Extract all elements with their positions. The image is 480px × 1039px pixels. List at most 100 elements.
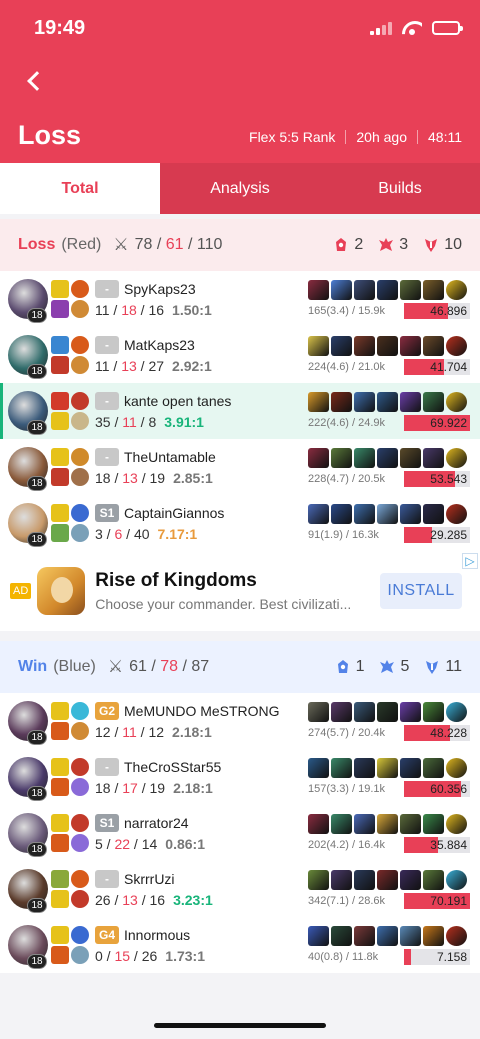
item-icon[interactable] [400, 503, 421, 524]
item-icon[interactable] [308, 757, 329, 778]
champion-avatar[interactable]: 18 [8, 335, 48, 379]
summoner-name[interactable]: Innormous [124, 927, 190, 943]
item-icon[interactable] [400, 279, 421, 300]
item-icon[interactable] [423, 757, 444, 778]
item-icon[interactable] [377, 279, 398, 300]
item-icon[interactable] [423, 503, 444, 524]
item-icon[interactable] [423, 279, 444, 300]
item-icon[interactable] [354, 391, 375, 412]
keystone-rune-icon[interactable] [71, 926, 89, 944]
trinket-icon[interactable] [446, 869, 467, 890]
item-icon[interactable] [377, 391, 398, 412]
item-icon[interactable] [423, 447, 444, 468]
trinket-icon[interactable] [446, 279, 467, 300]
item-icon[interactable] [308, 869, 329, 890]
keystone-rune-icon[interactable] [71, 392, 89, 410]
summoner-spell-icon[interactable] [51, 834, 69, 852]
summoner-spell-icon[interactable] [51, 778, 69, 796]
champion-avatar[interactable]: 18 [8, 391, 48, 435]
summoner-spell-icon[interactable] [51, 702, 69, 720]
item-icon[interactable] [400, 925, 421, 946]
item-icon[interactable] [354, 813, 375, 834]
player-row[interactable]: 18 G2 MeMUNDO MeSTRONG 12 / 11 / 12 2.18:1 27… [0, 693, 480, 749]
item-icon[interactable] [377, 701, 398, 722]
trinket-icon[interactable] [446, 925, 467, 946]
tab-analysis[interactable]: Analysis [160, 163, 320, 214]
item-icon[interactable] [354, 869, 375, 890]
trinket-icon[interactable] [446, 335, 467, 356]
item-icon[interactable] [400, 447, 421, 468]
item-icon[interactable] [400, 701, 421, 722]
item-icon[interactable] [377, 813, 398, 834]
summoner-name[interactable]: MeMUNDO MeSTRONG [124, 703, 280, 719]
item-icon[interactable] [308, 279, 329, 300]
summoner-spell-icon[interactable] [51, 890, 69, 908]
item-icon[interactable] [308, 701, 329, 722]
ad-choices-icon[interactable]: ▷ [462, 553, 478, 569]
summoner-spell-icon[interactable] [51, 392, 69, 410]
summoner-spell-icon[interactable] [51, 356, 69, 374]
item-icon[interactable] [331, 757, 352, 778]
champion-avatar[interactable]: 18 [8, 813, 48, 857]
secondary-rune-icon[interactable] [71, 300, 89, 318]
trinket-icon[interactable] [446, 813, 467, 834]
keystone-rune-icon[interactable] [71, 814, 89, 832]
item-icon[interactable] [377, 447, 398, 468]
summoner-name[interactable]: SkrrrUzi [124, 871, 175, 887]
item-icon[interactable] [331, 279, 352, 300]
item-icon[interactable] [400, 391, 421, 412]
keystone-rune-icon[interactable] [71, 758, 89, 776]
summoner-name[interactable]: CaptainGiannos [124, 505, 224, 521]
summoner-spell-icon[interactable] [51, 468, 69, 486]
ad-banner[interactable]: AD Rise of Kingdoms Choose your commande… [0, 551, 480, 631]
item-icon[interactable] [377, 869, 398, 890]
keystone-rune-icon[interactable] [71, 504, 89, 522]
secondary-rune-icon[interactable] [71, 722, 89, 740]
trinket-icon[interactable] [446, 447, 467, 468]
trinket-icon[interactable] [446, 503, 467, 524]
install-button[interactable]: INSTALL [380, 573, 462, 609]
keystone-rune-icon[interactable] [71, 702, 89, 720]
item-icon[interactable] [331, 813, 352, 834]
summoner-name[interactable]: TheUntamable [124, 449, 216, 465]
player-row[interactable]: 18- kante open tanes 35 / 11 / 8 3.91:1 222(… [0, 383, 480, 439]
secondary-rune-icon[interactable] [71, 946, 89, 964]
summoner-spell-icon[interactable] [51, 870, 69, 888]
item-icon[interactable] [308, 813, 329, 834]
item-icon[interactable] [423, 813, 444, 834]
champion-avatar[interactable]: 18 [8, 701, 48, 745]
summoner-spell-icon[interactable] [51, 280, 69, 298]
player-row[interactable]: 18- SkrrrUzi 26 / 13 / 16 3.23:1 342(7.1) / … [0, 861, 480, 917]
item-icon[interactable] [354, 925, 375, 946]
champion-avatar[interactable]: 18 [8, 757, 48, 801]
item-icon[interactable] [331, 503, 352, 524]
secondary-rune-icon[interactable] [71, 890, 89, 908]
item-icon[interactable] [400, 813, 421, 834]
trinket-icon[interactable] [446, 391, 467, 412]
item-icon[interactable] [423, 925, 444, 946]
summoner-name[interactable]: SpyKaps23 [124, 281, 196, 297]
summoner-spell-icon[interactable] [51, 300, 69, 318]
item-icon[interactable] [400, 869, 421, 890]
item-icon[interactable] [423, 701, 444, 722]
summoner-spell-icon[interactable] [51, 448, 69, 466]
item-icon[interactable] [377, 925, 398, 946]
tab-total[interactable]: Total [0, 163, 160, 214]
summoner-spell-icon[interactable] [51, 926, 69, 944]
summoner-spell-icon[interactable] [51, 946, 69, 964]
secondary-rune-icon[interactable] [71, 778, 89, 796]
summoner-spell-icon[interactable] [51, 412, 69, 430]
summoner-spell-icon[interactable] [51, 524, 69, 542]
item-icon[interactable] [308, 391, 329, 412]
tab-builds[interactable]: Builds [320, 163, 480, 214]
summoner-spell-icon[interactable] [51, 504, 69, 522]
summoner-name[interactable]: MatKaps23 [124, 337, 195, 353]
summoner-name[interactable]: TheCroSStar55 [124, 759, 221, 775]
item-icon[interactable] [423, 335, 444, 356]
item-icon[interactable] [354, 701, 375, 722]
player-row[interactable]: 18 G4 Innormous 0 / 15 / 26 1.73:1 40(0.8) / … [0, 917, 480, 973]
player-row[interactable]: 18 S1 CaptainGiannos 3 / 6 / 40 7.17:1 91(1.9… [0, 495, 480, 551]
item-icon[interactable] [377, 503, 398, 524]
item-icon[interactable] [400, 757, 421, 778]
item-icon[interactable] [423, 391, 444, 412]
